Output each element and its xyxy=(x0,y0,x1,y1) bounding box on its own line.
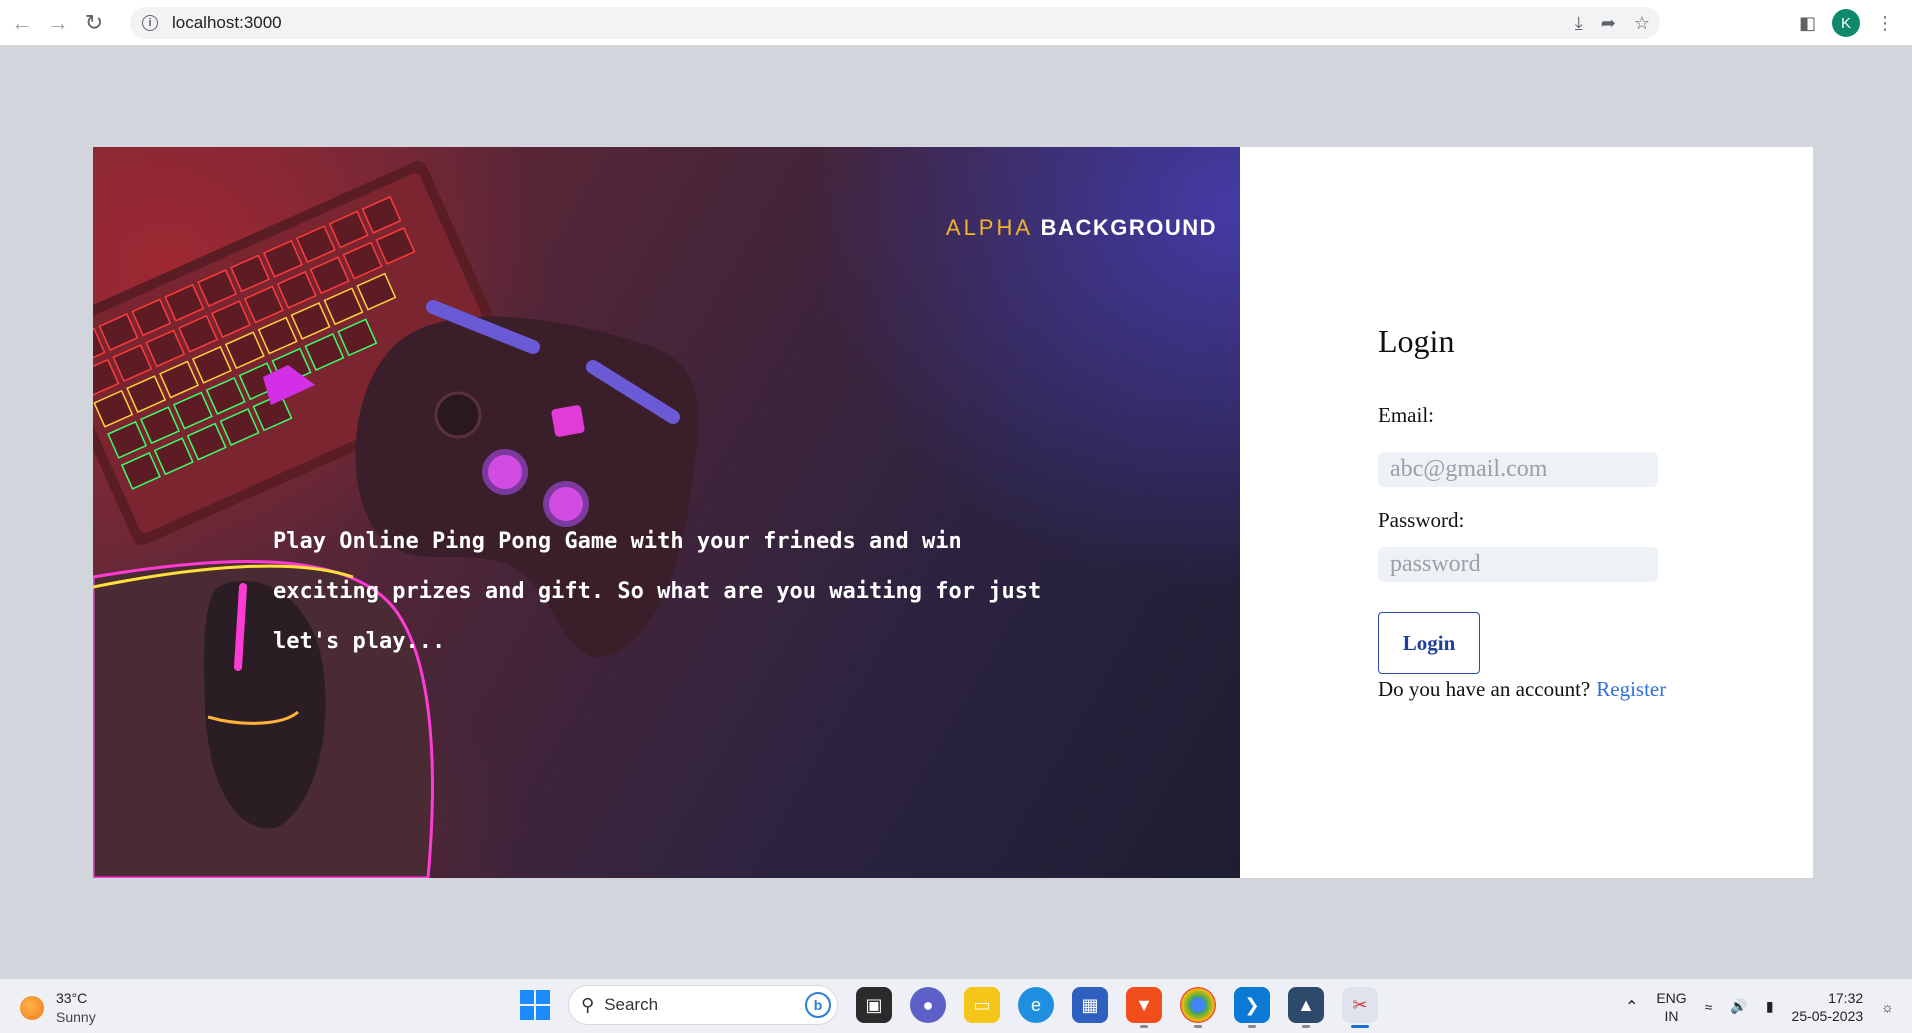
url-text[interactable]: localhost:3000 xyxy=(172,13,282,33)
battery-icon[interactable]: ▮ xyxy=(1766,998,1774,1015)
forward-icon[interactable]: → xyxy=(44,9,72,37)
teams-chat-icon[interactable]: ● xyxy=(910,987,946,1023)
email-field[interactable] xyxy=(1378,452,1658,487)
address-bar[interactable]: i localhost:3000 ⤓ ➦ ☆ xyxy=(130,7,1660,39)
language-indicator[interactable]: ENG IN xyxy=(1656,989,1686,1025)
side-panel-icon[interactable]: ◧ xyxy=(1799,13,1816,34)
account-prompt-text: Do you have an account? xyxy=(1378,677,1591,701)
gaming-setup-illustration xyxy=(93,161,699,878)
register-prompt: Do you have an account? Register xyxy=(1378,677,1666,702)
temperature-text: 33°C xyxy=(56,990,88,1006)
search-icon: ⚲ xyxy=(581,994,595,1015)
reload-icon[interactable]: ↻ xyxy=(80,9,108,37)
bing-icon[interactable]: b xyxy=(805,992,831,1018)
microsoft-store-icon[interactable]: ▦ xyxy=(1072,987,1108,1023)
vscode-icon[interactable]: ❯ xyxy=(1234,987,1270,1028)
brand-bold-text: BACKGROUND xyxy=(1040,215,1217,240)
browser-toolbar: ← → ↻ i localhost:3000 ⤓ ➦ ☆ ◧ K ⋮ xyxy=(0,0,1912,46)
weather-widget[interactable]: 33°C Sunny xyxy=(20,989,96,1027)
windows-taskbar: 33°C Sunny ⚲ Search b ▣ ● ▭ e ▦ ▼ ❯ ▲ ✂ … xyxy=(0,978,1912,1033)
wifi-icon[interactable]: ≈ xyxy=(1705,999,1713,1015)
weather-condition-text: Sunny xyxy=(56,1009,96,1025)
menu-kebab-icon[interactable]: ⋮ xyxy=(1876,13,1894,34)
mysql-workbench-icon[interactable]: ▲ xyxy=(1288,987,1324,1028)
login-panel: Login Email: Password: Login Do you have… xyxy=(1240,147,1813,878)
bookmark-star-icon[interactable]: ☆ xyxy=(1634,13,1650,34)
edge-browser-icon[interactable]: e xyxy=(1018,987,1054,1023)
taskbar-search-box[interactable]: ⚲ Search b xyxy=(568,985,838,1025)
chevron-up-icon[interactable]: ⌃ xyxy=(1625,997,1638,1017)
login-button[interactable]: Login xyxy=(1378,612,1480,674)
install-app-icon[interactable]: ⤓ xyxy=(1575,13,1583,34)
task-view-icon[interactable]: ▣ xyxy=(856,987,892,1023)
notifications-icon[interactable]: ☼ xyxy=(1881,999,1894,1015)
brand-logo: ALPHA BACKGROUND xyxy=(946,215,1217,241)
file-explorer-icon[interactable]: ▭ xyxy=(964,987,1000,1023)
sun-icon xyxy=(20,996,44,1020)
hero-tagline: Play Online Ping Pong Game with your fri… xyxy=(273,529,1042,654)
profile-avatar[interactable]: K xyxy=(1832,9,1860,37)
email-label: Email: xyxy=(1378,403,1434,427)
time-text: 17:32 xyxy=(1828,989,1864,1006)
search-label: Search xyxy=(604,995,659,1014)
chrome-browser-icon[interactable] xyxy=(1180,987,1216,1028)
volume-icon[interactable]: 🔊 xyxy=(1730,998,1747,1015)
date-text: 25-05-2023 xyxy=(1791,1007,1864,1024)
login-title: Login xyxy=(1378,323,1455,359)
register-link[interactable]: Register xyxy=(1596,677,1666,701)
clock[interactable]: 17:32 25-05-2023 xyxy=(1792,989,1864,1025)
password-label: Password: xyxy=(1378,508,1465,532)
site-info-icon[interactable]: i xyxy=(142,15,158,31)
hero-image-panel: ALPHA BACKGROUND Play Online Ping Pong G… xyxy=(93,147,1240,878)
brand-light-text: ALPHA xyxy=(945,215,1034,240)
password-field[interactable] xyxy=(1378,547,1658,582)
windows-start-icon[interactable] xyxy=(520,990,550,1020)
share-icon[interactable]: ➦ xyxy=(1601,13,1616,34)
back-icon[interactable]: ← xyxy=(8,9,36,37)
snipping-tool-icon[interactable]: ✂ xyxy=(1342,987,1378,1028)
brave-browser-icon[interactable]: ▼ xyxy=(1126,987,1162,1028)
